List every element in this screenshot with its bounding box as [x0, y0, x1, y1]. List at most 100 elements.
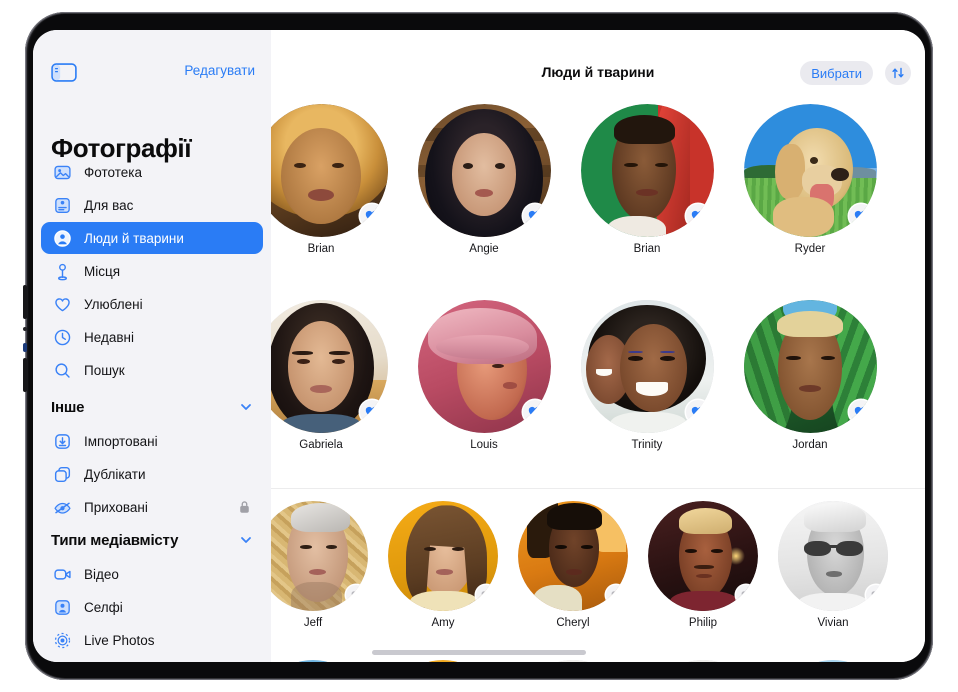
face-cell[interactable]: Brian: [271, 104, 388, 255]
favorite-heart-icon[interactable]: [606, 585, 626, 605]
face-cell[interactable]: Angie: [417, 104, 551, 255]
face-thumbnail[interactable]: [518, 660, 628, 662]
face-thumbnail[interactable]: [580, 104, 714, 237]
face-thumbnail[interactable]: [648, 501, 758, 611]
sort-arrows-icon[interactable]: [885, 61, 911, 85]
face-cell[interactable]: [271, 660, 368, 662]
sidebar-section-1-item-1[interactable]: Імпортовані: [41, 425, 263, 457]
selfie-icon: [51, 596, 73, 618]
face-thumbnail[interactable]: [648, 660, 758, 662]
face-name-label: Brian: [307, 243, 335, 255]
sidebar: Редагувати Фотографії Фототека Для вас Люд…: [33, 30, 271, 662]
volume-up-button[interactable]: [23, 285, 27, 319]
chevron-down-icon[interactable]: [239, 400, 253, 414]
sidebar-item-5[interactable]: Улюблені: [41, 288, 263, 320]
face-cell[interactable]: [778, 660, 888, 662]
favorite-heart-icon[interactable]: [522, 400, 547, 424]
face-cell[interactable]: Trinity: [580, 300, 714, 451]
face-thumbnail[interactable]: [388, 660, 498, 662]
favorite-heart-icon[interactable]: [866, 585, 886, 605]
face-cell[interactable]: Jeff: [271, 501, 368, 629]
sidebar-item-6[interactable]: Недавні: [41, 321, 263, 353]
face-name-label: Jordan: [792, 439, 828, 451]
face-thumbnail[interactable]: [743, 300, 877, 433]
favorite-heart-icon[interactable]: [359, 204, 384, 228]
face-thumbnail[interactable]: [271, 300, 388, 433]
favorite-heart-icon[interactable]: [848, 400, 873, 424]
sidebar-toggle-icon[interactable]: [51, 62, 77, 83]
favorite-heart-icon[interactable]: [736, 585, 756, 605]
face-cell[interactable]: Vivian: [778, 501, 888, 629]
sidebar-section-2-item-4[interactable]: Портрет: [41, 657, 263, 662]
face-thumbnail[interactable]: [518, 501, 628, 611]
favorite-heart-icon[interactable]: [359, 400, 384, 424]
favorite-heart-icon[interactable]: [685, 400, 710, 424]
face-thumbnail[interactable]: [580, 300, 714, 433]
face-cell[interactable]: Louis: [417, 300, 551, 451]
sidebar-item-label: Приховані: [84, 499, 148, 515]
people-pets-icon: [51, 227, 73, 249]
lock-icon: [238, 500, 251, 514]
face-thumbnail[interactable]: [778, 660, 888, 662]
favorite-heart-icon[interactable]: [476, 585, 496, 605]
sidebar-item-7[interactable]: Пошук: [41, 354, 263, 386]
face-name-label: Vivian: [817, 617, 849, 629]
face-cell[interactable]: Brian: [580, 104, 714, 255]
favorite-heart-icon[interactable]: [346, 585, 366, 605]
face-thumbnail[interactable]: [271, 104, 388, 237]
sidebar-item-2[interactable]: Для вас: [41, 189, 263, 221]
face-photo: [271, 660, 368, 662]
sidebar-section-2-item-3[interactable]: Live Photos: [41, 624, 263, 656]
places-pin-icon: [51, 260, 73, 282]
sidebar-section-1-item-2[interactable]: Дублікати: [41, 458, 263, 490]
sidebar-item-4[interactable]: Місця: [41, 255, 263, 287]
face-name-label: Trinity: [631, 439, 663, 451]
face-name-label: Brian: [633, 243, 661, 255]
face-cell[interactable]: Philip: [648, 501, 758, 629]
face-cell[interactable]: [518, 660, 628, 662]
face-cell[interactable]: Jordan: [743, 300, 877, 451]
face-cell[interactable]: [388, 660, 498, 662]
face-cell[interactable]: Cheryl: [518, 501, 628, 629]
sidebar-item-label: Відео: [84, 566, 119, 582]
face-cell[interactable]: [648, 660, 758, 662]
face-row-3: Jeff Amy Cheryl Philip Vivian: [271, 488, 925, 649]
sidebar-item-1[interactable]: Фототека: [41, 156, 263, 188]
sidebar-section-header-1[interactable]: Інше: [33, 390, 271, 424]
live-photos-icon: [51, 629, 73, 651]
sidebar-item-label: Місця: [84, 263, 121, 279]
home-indicator[interactable]: [372, 650, 586, 655]
face-thumbnail[interactable]: [778, 501, 888, 611]
sidebar-item-3[interactable]: Люди й тварини: [41, 222, 263, 254]
sidebar-section-header-2[interactable]: Типи медіавмісту: [33, 523, 271, 557]
sidebar-section-2-item-1[interactable]: Відео: [41, 558, 263, 590]
favorite-heart-icon[interactable]: [848, 204, 873, 228]
favorite-heart-icon[interactable]: [522, 204, 547, 228]
face-name-label: Jeff: [303, 617, 323, 629]
sidebar-section-1-item-3[interactable]: Приховані: [41, 491, 263, 523]
face-photo: [388, 660, 498, 662]
sidebar-section-title: Типи медіавмісту: [51, 531, 179, 549]
face-thumbnail[interactable]: [417, 104, 551, 237]
sidebar-item-label: Улюблені: [84, 296, 143, 312]
face-thumbnail[interactable]: [743, 104, 877, 237]
face-cell[interactable]: Ryder: [743, 104, 877, 255]
face-thumbnail[interactable]: [271, 501, 368, 611]
volume-down-button[interactable]: [23, 358, 27, 392]
sidebar-toolbar: Редагувати: [33, 58, 271, 92]
face-grid: Brian Angie Brian Ryder Gabriela Louis T…: [271, 96, 925, 662]
sidebar-item-label: Live Photos: [84, 632, 155, 648]
face-thumbnail[interactable]: [271, 660, 368, 662]
face-name-label: Amy: [431, 617, 455, 629]
face-name-label: Gabriela: [299, 439, 343, 451]
select-button[interactable]: Вибрати: [800, 61, 873, 85]
sidebar-item-label: Дублікати: [84, 466, 146, 482]
sidebar-section-2-item-2[interactable]: Селфі: [41, 591, 263, 623]
edit-button[interactable]: Редагувати: [184, 63, 255, 78]
chevron-down-icon[interactable]: [239, 533, 253, 547]
face-thumbnail[interactable]: [388, 501, 498, 611]
face-cell[interactable]: Amy: [388, 501, 498, 629]
favorite-heart-icon[interactable]: [685, 204, 710, 228]
face-cell[interactable]: Gabriela: [271, 300, 388, 451]
face-thumbnail[interactable]: [417, 300, 551, 433]
